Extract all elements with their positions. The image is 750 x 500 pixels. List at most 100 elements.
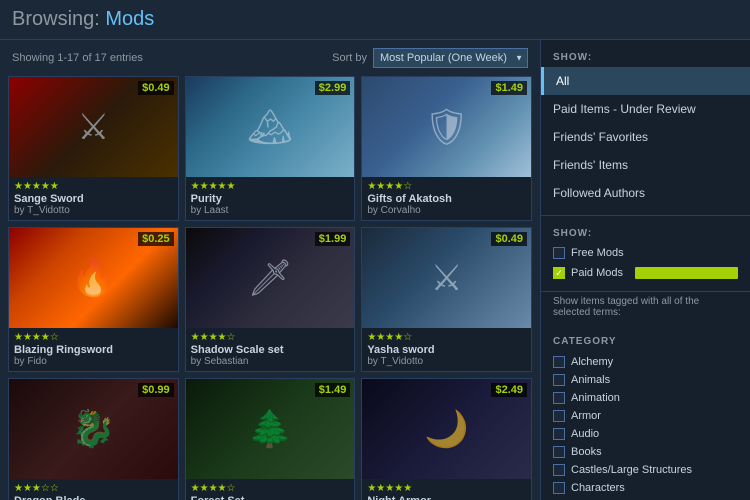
- mod-icon-sange-sword: ⚔: [77, 106, 109, 148]
- paid-mods-filter[interactable]: ✓ Paid Mods: [541, 263, 750, 283]
- mod-card-extra2[interactable]: 🌲 $1.49 ★★★★☆ Forest Set by Modder2: [185, 378, 356, 500]
- sidebar-show-label2: SHOW:: [541, 224, 750, 243]
- mod-info-shadow-scale-set: ★★★★☆ Shadow Scale set by Sebastian: [186, 328, 355, 371]
- mod-author-gifts-of-akatosh: by Corvalho: [367, 205, 526, 216]
- sidebar-type-section: SHOW: Free Mods ✓ Paid Mods: [541, 216, 750, 292]
- mod-name-sange-sword: Sange Sword: [14, 193, 173, 205]
- sidebar-filter-all[interactable]: All: [541, 67, 750, 95]
- mod-card-extra3[interactable]: 🌙 $2.49 ★★★★★ Night Armor by Modder3: [361, 378, 532, 500]
- free-mods-checkbox[interactable]: [553, 247, 565, 259]
- sidebar-show-label: SHOW:: [541, 48, 750, 67]
- category-audio[interactable]: Audio: [541, 425, 750, 443]
- page-header: Browsing: Mods: [0, 0, 750, 40]
- mod-info-blazing-ringsword: ★★★★☆ Blazing Ringsword by Fido: [9, 328, 178, 371]
- mod-grid: ⚔ $0.49 ★★★★★ Sange Sword by T_Vidotto 🏔…: [8, 76, 532, 500]
- category-castles[interactable]: Castles/Large Structures: [541, 461, 750, 479]
- mod-icon-yasha-sword: ⚔: [431, 257, 463, 299]
- category-cb-armor[interactable]: [553, 410, 565, 422]
- mod-info-sange-sword: ★★★★★ Sange Sword by T_Vidotto: [9, 177, 178, 220]
- free-mods-label: Free Mods: [571, 247, 624, 259]
- category-cb-audio[interactable]: [553, 428, 565, 440]
- mod-icon-extra3: 🌙: [424, 408, 469, 450]
- mod-icon-purity: 🏔: [247, 106, 293, 148]
- mod-icon-gifts-of-akatosh: 🛡: [424, 106, 470, 148]
- mod-stars-gifts-of-akatosh: ★★★★☆: [367, 181, 526, 192]
- mod-card-purity[interactable]: 🏔 $2.99 ★★★★★ Purity by Laast: [185, 76, 356, 221]
- mod-card-shadow-scale-set[interactable]: 🗡 $1.99 ★★★★☆ Shadow Scale set by Sebast…: [185, 227, 356, 372]
- sidebar-filter-friends-favorites[interactable]: Friends' Favorites: [541, 123, 750, 151]
- mod-price-extra3: $2.49: [491, 383, 527, 397]
- category-characters[interactable]: Characters: [541, 479, 750, 497]
- mod-stars-extra3: ★★★★★: [367, 483, 526, 494]
- category-books[interactable]: Books: [541, 443, 750, 461]
- category-cb-alchemy[interactable]: [553, 356, 565, 368]
- mod-info-purity: ★★★★★ Purity by Laast: [186, 177, 355, 220]
- mod-name-extra1: Dragon Blade: [14, 495, 173, 500]
- paid-mods-checkbox[interactable]: ✓: [553, 267, 565, 279]
- mod-name-extra3: Night Armor: [367, 495, 526, 500]
- mod-info-gifts-of-akatosh: ★★★★☆ Gifts of Akatosh by Corvalho: [362, 177, 531, 220]
- browsing-label: Browsing:: [12, 8, 100, 30]
- mod-name-purity: Purity: [191, 193, 350, 205]
- mod-author-purity: by Laast: [191, 205, 350, 216]
- category-cb-characters[interactable]: [553, 482, 565, 494]
- mod-price-extra1: $0.99: [138, 383, 174, 397]
- mod-stars-yasha-sword: ★★★★☆: [367, 332, 526, 343]
- category-armor[interactable]: Armor: [541, 407, 750, 425]
- mod-card-blazing-ringsword[interactable]: 🔥 $0.25 ★★★★☆ Blazing Ringsword by Fido: [8, 227, 179, 372]
- free-mods-filter[interactable]: Free Mods: [541, 243, 750, 263]
- mod-info-yasha-sword: ★★★★☆ Yasha sword by T_Vidotto: [362, 328, 531, 371]
- category-label-characters: Characters: [571, 482, 625, 494]
- category-alchemy[interactable]: Alchemy: [541, 353, 750, 371]
- mod-author-shadow-scale-set: by Sebastian: [191, 356, 350, 367]
- category-label-audio: Audio: [571, 428, 599, 440]
- page-title: Browsing: Mods: [12, 8, 738, 31]
- mod-stars-blazing-ringsword: ★★★★☆: [14, 332, 173, 343]
- mod-card-gifts-of-akatosh[interactable]: 🛡 $1.49 ★★★★☆ Gifts of Akatosh by Corval…: [361, 76, 532, 221]
- mod-icon-shadow-scale-set: 🗡: [247, 257, 293, 299]
- mod-card-yasha-sword[interactable]: ⚔ $0.49 ★★★★☆ Yasha sword by T_Vidotto: [361, 227, 532, 372]
- mod-stars-extra2: ★★★★☆: [191, 483, 350, 494]
- sidebar-filter-paid-review[interactable]: Paid Items - Under Review: [541, 95, 750, 123]
- mod-info-extra2: ★★★★☆ Forest Set by Modder2: [186, 479, 355, 500]
- show-items-text: Show items tagged with all of the select…: [541, 292, 750, 324]
- category-label-castles: Castles/Large Structures: [571, 464, 692, 476]
- category-label-armor: Armor: [571, 410, 601, 422]
- mod-name-yasha-sword: Yasha sword: [367, 344, 526, 356]
- paid-mods-bar: [635, 267, 738, 279]
- category-cb-animation[interactable]: [553, 392, 565, 404]
- mod-name-shadow-scale-set: Shadow Scale set: [191, 344, 350, 356]
- mod-price-purity: $2.99: [315, 81, 351, 95]
- sort-wrapper[interactable]: Most Popular (One Week) Most Popular (Al…: [373, 48, 528, 68]
- category-animation[interactable]: Animation: [541, 389, 750, 407]
- mod-price-extra2: $1.49: [315, 383, 351, 397]
- main-layout: Showing 1-17 of 17 entries Sort by Most …: [0, 40, 750, 500]
- category-animals[interactable]: Animals: [541, 371, 750, 389]
- mod-author-blazing-ringsword: by Fido: [14, 356, 173, 367]
- entries-count: Showing 1-17 of 17 entries: [12, 52, 143, 64]
- mod-price-shadow-scale-set: $1.99: [315, 232, 351, 246]
- category-cb-animals[interactable]: [553, 374, 565, 386]
- mod-price-yasha-sword: $0.49: [491, 232, 527, 246]
- category-label-animation: Animation: [571, 392, 620, 404]
- mod-card-sange-sword[interactable]: ⚔ $0.49 ★★★★★ Sange Sword by T_Vidotto: [8, 76, 179, 221]
- sidebar: SHOW: AllPaid Items - Under ReviewFriend…: [540, 40, 750, 500]
- mod-price-blazing-ringsword: $0.25: [138, 232, 174, 246]
- category-cb-books[interactable]: [553, 446, 565, 458]
- sidebar-filter-friends-items[interactable]: Friends' Items: [541, 151, 750, 179]
- mod-author-yasha-sword: by T_Vidotto: [367, 356, 526, 367]
- toolbar: Showing 1-17 of 17 entries Sort by Most …: [8, 48, 532, 68]
- sort-dropdown[interactable]: Most Popular (One Week) Most Popular (Al…: [373, 48, 528, 68]
- category-label-alchemy: Alchemy: [571, 356, 613, 368]
- mod-name-gifts-of-akatosh: Gifts of Akatosh: [367, 193, 526, 205]
- sidebar-filter-followed-authors[interactable]: Followed Authors: [541, 179, 750, 207]
- category-cb-castles[interactable]: [553, 464, 565, 476]
- category-section: CATEGORY Alchemy Animals Animation Armor…: [541, 324, 750, 500]
- sort-area: Sort by Most Popular (One Week) Most Pop…: [332, 48, 528, 68]
- mod-card-extra1[interactable]: 🐉 $0.99 ★★★☆☆ Dragon Blade by Modder1: [8, 378, 179, 500]
- category-label: Mods: [105, 8, 154, 30]
- mod-stars-sange-sword: ★★★★★: [14, 181, 173, 192]
- mod-info-extra1: ★★★☆☆ Dragon Blade by Modder1: [9, 479, 178, 500]
- content-area: Showing 1-17 of 17 entries Sort by Most …: [0, 40, 540, 500]
- sort-label: Sort by: [332, 52, 367, 64]
